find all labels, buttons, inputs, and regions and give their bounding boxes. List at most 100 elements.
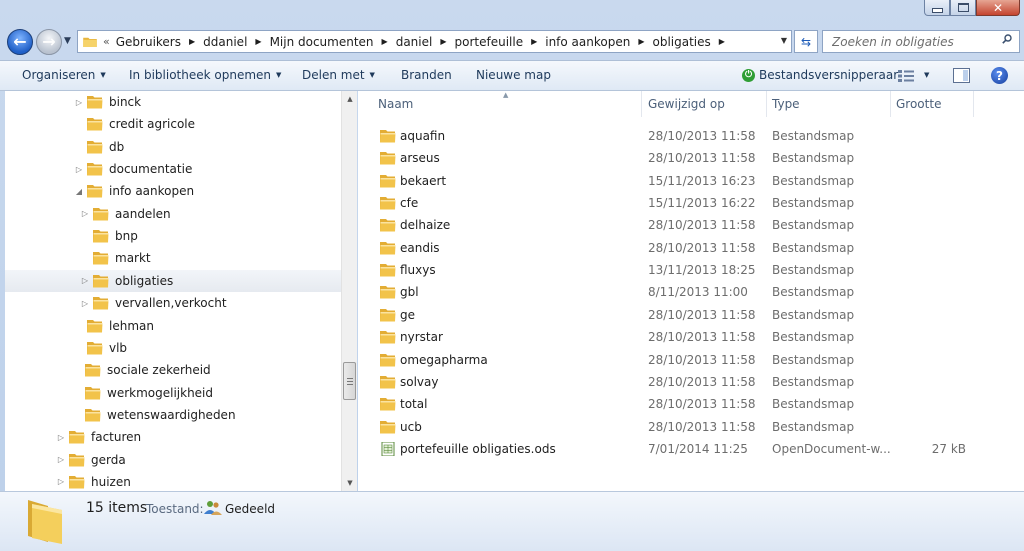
tree-item[interactable]: werkmogelijkheid — [5, 382, 341, 404]
include-in-library-button[interactable]: In bibliotheek opnemen ▼ — [129, 68, 281, 82]
back-button[interactable]: ← — [7, 29, 33, 55]
tree-item[interactable]: lehman — [5, 315, 341, 337]
tree-item[interactable]: bnp — [5, 225, 341, 247]
history-dropdown-icon[interactable]: ▼ — [64, 36, 71, 46]
new-folder-button[interactable]: Nieuwe map — [476, 68, 551, 82]
folder-icon — [69, 453, 85, 467]
file-row[interactable]: solvay 28/10/2013 11:58 Bestandsmap — [358, 371, 1024, 393]
file-name: eandis — [400, 240, 440, 255]
tree-expander-icon[interactable]: ▷ — [55, 455, 67, 464]
spreadsheet-file-icon — [381, 441, 395, 456]
breadcrumb-separator-icon[interactable]: ▶ — [638, 37, 644, 46]
tree-item-label: aandelen — [115, 206, 171, 221]
breadcrumb-item[interactable]: portefeuille — [455, 35, 524, 49]
tree-item[interactable]: sociale zekerheid — [5, 359, 341, 381]
tree-expander-icon[interactable]: ▷ — [55, 433, 67, 442]
tree-item[interactable]: vlb — [5, 337, 341, 359]
file-row[interactable]: total 28/10/2013 11:58 Bestandsmap — [358, 393, 1024, 415]
tree-item[interactable]: ▷ documentatie — [5, 158, 341, 180]
file-row[interactable]: aquafin 28/10/2013 11:58 Bestandsmap — [358, 125, 1024, 147]
tree-item[interactable]: wetenswaardigheden — [5, 404, 341, 426]
breadcrumb-separator-icon[interactable]: ▶ — [719, 37, 725, 46]
file-row[interactable]: ucb 28/10/2013 11:58 Bestandsmap — [358, 416, 1024, 438]
shredder-button[interactable]: ⏻ Bestandsversnipperaar — [742, 68, 898, 82]
close-button[interactable]: ✕ — [976, 0, 1020, 16]
file-row[interactable]: omegapharma 28/10/2013 11:58 Bestandsmap — [358, 349, 1024, 371]
breadcrumb-item[interactable]: Gebruikers — [116, 35, 181, 49]
tree-expander-icon[interactable]: ▷ — [79, 209, 91, 218]
minimize-button[interactable] — [924, 0, 950, 16]
tree-item[interactable]: markt — [5, 247, 341, 269]
share-with-button[interactable]: Delen met ▼ — [302, 68, 375, 82]
breadcrumb-item[interactable]: obligaties — [653, 35, 711, 49]
forward-button[interactable]: → — [36, 29, 62, 55]
breadcrumb-item[interactable]: info aankopen — [545, 35, 630, 49]
file-row[interactable]: bekaert 15/11/2013 16:23 Bestandsmap — [358, 170, 1024, 192]
close-icon: ✕ — [992, 0, 1004, 15]
file-modified: 13/11/2013 18:25 — [648, 263, 756, 278]
item-count: 15 items — [86, 500, 148, 516]
breadcrumb-separator-icon[interactable]: ▶ — [255, 37, 261, 46]
organize-button[interactable]: Organiseren ▼ — [22, 68, 106, 82]
help-icon[interactable]: ? — [991, 67, 1008, 84]
tree-expander-icon[interactable]: ◢ — [73, 187, 85, 196]
tree-item[interactable]: ▷ binck — [5, 91, 341, 113]
tree-item[interactable]: ▷ huizen — [5, 471, 341, 491]
minimize-icon — [931, 8, 943, 13]
scroll-up-arrow-icon[interactable]: ▲ — [342, 91, 358, 107]
view-options-chevron-icon[interactable]: ▼ — [924, 71, 929, 79]
change-view-icon[interactable] — [898, 70, 914, 82]
file-row[interactable]: eandis 28/10/2013 11:58 Bestandsmap — [358, 237, 1024, 259]
tree-expander-icon[interactable]: ▷ — [55, 477, 67, 486]
folder-icon — [93, 207, 109, 221]
breadcrumb-separator-icon[interactable]: ▶ — [531, 37, 537, 46]
address-dropdown-icon[interactable]: ▼ — [781, 36, 787, 45]
breadcrumb-item[interactable]: Mijn documenten — [270, 35, 374, 49]
tree-expander-icon[interactable]: ▷ — [73, 98, 85, 107]
file-modified: 28/10/2013 11:58 — [648, 352, 756, 367]
tree-expander-icon[interactable]: ▷ — [73, 165, 85, 174]
tree-item[interactable]: ▷ vervallen,verkocht — [5, 292, 341, 314]
tree-item[interactable]: ◢ info aankopen — [5, 180, 341, 202]
address-bar[interactable]: « Gebruikers ▶ ddaniel ▶ Mijn documenten ▶ dan… — [77, 30, 792, 53]
tree-item[interactable]: ▷ aandelen — [5, 203, 341, 225]
tree-item[interactable]: db — [5, 136, 341, 158]
breadcrumb-separator-icon[interactable]: ▶ — [189, 37, 195, 46]
scrollbar-thumb[interactable] — [343, 362, 356, 400]
file-row[interactable]: nyrstar 28/10/2013 11:58 Bestandsmap — [358, 326, 1024, 348]
file-name: arseus — [400, 151, 440, 166]
file-row[interactable]: delhaize 28/10/2013 11:58 Bestandsmap — [358, 214, 1024, 236]
file-list: ▲ Naam Gewijzigd op Type Grootte aquafin… — [358, 91, 1024, 491]
search-icon[interactable] — [1002, 34, 1012, 44]
search-input[interactable] — [822, 30, 1020, 53]
file-row[interactable]: arseus 28/10/2013 11:58 Bestandsmap — [358, 147, 1024, 169]
column-header-size[interactable]: Grootte — [896, 91, 972, 117]
file-row[interactable]: cfe 15/11/2013 16:22 Bestandsmap — [358, 192, 1024, 214]
tree-item[interactable]: ▷ facturen — [5, 426, 341, 448]
tree-item[interactable]: credit agricole — [5, 113, 341, 135]
breadcrumb-overflow[interactable]: « — [103, 35, 110, 48]
refresh-button[interactable]: ⇆ — [794, 30, 818, 53]
breadcrumb-separator-icon[interactable]: ▶ — [382, 37, 388, 46]
file-modified: 28/10/2013 11:58 — [648, 419, 756, 434]
navigation-scrollbar[interactable]: ▲ ▼ — [341, 91, 357, 491]
file-row[interactable]: gbl 8/11/2013 11:00 Bestandsmap — [358, 281, 1024, 303]
column-header-modified[interactable]: Gewijzigd op — [648, 91, 766, 117]
column-header-name[interactable]: Naam — [378, 91, 640, 117]
burn-button[interactable]: Branden — [401, 68, 452, 82]
tree-item[interactable]: ▷ gerda — [5, 449, 341, 471]
file-row[interactable]: portefeuille obligaties.ods 7/01/2014 11:… — [358, 438, 1024, 460]
breadcrumb-separator-icon[interactable]: ▶ — [440, 37, 446, 46]
scroll-down-arrow-icon[interactable]: ▼ — [342, 475, 358, 491]
breadcrumb-item[interactable]: daniel — [396, 35, 433, 49]
folder-icon — [85, 408, 101, 422]
preview-pane-icon[interactable] — [953, 68, 970, 83]
tree-expander-icon[interactable]: ▷ — [79, 299, 91, 308]
file-row[interactable]: fluxys 13/11/2013 18:25 Bestandsmap — [358, 259, 1024, 281]
tree-expander-icon[interactable]: ▷ — [79, 276, 91, 285]
column-header-type[interactable]: Type — [772, 91, 890, 117]
tree-item[interactable]: ▷ obligaties — [5, 269, 341, 292]
file-row[interactable]: ge 28/10/2013 11:58 Bestandsmap — [358, 304, 1024, 326]
maximize-button[interactable] — [950, 0, 976, 16]
breadcrumb-item[interactable]: ddaniel — [203, 35, 247, 49]
